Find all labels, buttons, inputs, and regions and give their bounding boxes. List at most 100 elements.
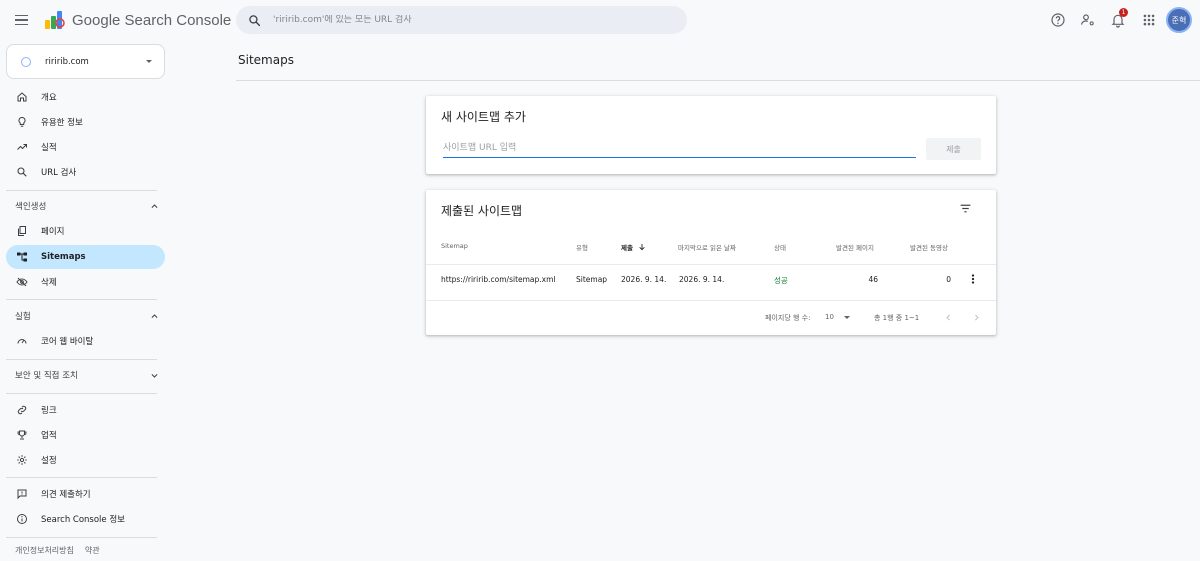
column-header-pages[interactable]: 발견된 페이지 [836, 242, 874, 252]
sidebar-item-label: 링크 [41, 406, 57, 416]
submitted-sitemaps-card: 제출된 사이트맵 Sitemap 유형 제출 마지막으로 읽은 날짜 상태 발견… [426, 190, 996, 335]
sidebar-divider [6, 537, 157, 538]
sidebar-item-performance[interactable]: 실적 [6, 135, 165, 159]
dropdown-caret-icon [146, 60, 152, 63]
rows-per-page-label: 페이지당 행 수: [765, 314, 811, 322]
help-button[interactable] [1048, 10, 1068, 30]
chevron-left-icon [945, 314, 950, 320]
column-header-label: 제출 [621, 244, 633, 252]
sidebar-item-about[interactable]: Search Console 정보 [6, 507, 165, 531]
sidebar-item-removals[interactable]: 삭제 [6, 270, 165, 294]
section-label: 색인생성 [15, 202, 47, 212]
main-menu-button[interactable] [12, 10, 32, 30]
chevron-up-icon [151, 314, 158, 318]
sidebar-item-label: 의견 제출하기 [41, 490, 91, 500]
search-icon [16, 166, 28, 178]
cell-submitted: 2026. 9. 14. [621, 275, 667, 284]
sidebar-section-security[interactable]: 보안 및 직접 조치 [15, 365, 165, 385]
cell-sitemap-url: https://riririb.com/sitemap.xml [441, 275, 556, 284]
submit-sitemap-button[interactable]: 제출 [926, 138, 981, 160]
product-logo[interactable]: Google Search Console [44, 10, 231, 30]
terms-link[interactable]: 약관 [85, 545, 100, 556]
apps-grid-icon [1143, 14, 1155, 26]
sidebar-item-label: 업적 [41, 431, 57, 441]
add-sitemap-title: 새 사이트맵 추가 [441, 110, 526, 124]
manage-users-button[interactable] [1078, 10, 1098, 30]
chevron-down-icon [151, 374, 158, 378]
table-divider [426, 264, 996, 265]
sidebar-item-sitemaps[interactable]: Sitemaps [6, 245, 165, 269]
sidebar-item-url-inspection[interactable]: URL 검사 [6, 160, 165, 184]
sidebar-item-label: 페이지 [41, 227, 65, 237]
more-vert-icon[interactable] [967, 273, 979, 285]
sidebar-item-label: 삭제 [41, 278, 57, 288]
trending-up-icon [16, 141, 28, 153]
link-icon [16, 404, 28, 416]
help-icon [1051, 13, 1065, 27]
sidebar-divider [6, 477, 157, 478]
column-header-videos[interactable]: 발견된 동영상 [910, 242, 948, 252]
cell-type: Sitemap [576, 275, 608, 284]
sidebar-item-core-web-vitals[interactable]: 코어 웹 바이탈 [6, 329, 165, 353]
next-page-button[interactable] [970, 311, 982, 323]
chevron-up-icon [151, 204, 158, 208]
page-title: Sitemaps [238, 53, 294, 67]
sitemap-url-input[interactable] [443, 139, 916, 158]
account-avatar[interactable]: 준혁 [1166, 7, 1192, 33]
sidebar-item-label: Search Console 정보 [41, 515, 125, 525]
notification-badge: 1 [1119, 8, 1128, 17]
sidebar-item-label: 코어 웹 바이탈 [41, 337, 94, 347]
sidebar-item-feedback[interactable]: 의견 제출하기 [6, 482, 165, 506]
table-divider [426, 300, 996, 301]
rows-per-page-select[interactable]: 10 [825, 313, 850, 321]
gear-icon [16, 454, 28, 466]
column-header-status[interactable]: 상태 [774, 242, 786, 252]
url-inspection-input[interactable] [273, 15, 653, 25]
section-label: 실험 [15, 312, 31, 322]
previous-page-button[interactable] [942, 311, 954, 323]
sidebar-item-pages[interactable]: 페이지 [6, 219, 165, 243]
privacy-link[interactable]: 개인정보처리방침 [15, 545, 74, 556]
sidebar-item-label: URL 검사 [41, 168, 77, 178]
sidebar-item-label: 설정 [41, 456, 57, 466]
trophy-icon [16, 429, 28, 441]
rows-per-page-value: 10 [825, 313, 834, 321]
section-label: 보안 및 직접 조치 [15, 371, 78, 381]
manage-accounts-icon [1081, 14, 1094, 26]
sidebar-item-label: 유용한 정보 [41, 118, 83, 128]
property-name: riririb.com [45, 56, 89, 67]
column-header-submitted[interactable]: 제출 [621, 242, 646, 252]
submitted-sitemaps-title: 제출된 사이트맵 [441, 204, 523, 218]
sidebar-item-achievements[interactable]: 업적 [6, 423, 165, 447]
cell-status: 성공 [774, 276, 788, 285]
sidebar-item-settings[interactable]: 설정 [6, 448, 165, 472]
sidebar-item-label: 개요 [41, 93, 57, 103]
search-console-logo-icon [45, 11, 65, 29]
column-header-type[interactable]: 유형 [576, 242, 588, 252]
sidebar-item-overview[interactable]: 개요 [6, 85, 165, 109]
column-header-sitemap[interactable]: Sitemap [441, 242, 468, 250]
speed-icon [16, 335, 28, 347]
pages-icon [16, 225, 28, 237]
lightbulb-icon [16, 116, 28, 128]
sidebar-divider [6, 190, 157, 191]
visibility-off-icon [16, 276, 28, 288]
column-header-last-read[interactable]: 마지막으로 읽은 날짜 [678, 242, 736, 252]
sidebar-item-insights[interactable]: 유용한 정보 [6, 110, 165, 134]
globe-icon [21, 56, 31, 67]
sidebar-section-experience[interactable]: 실험 [15, 306, 165, 326]
sidebar-divider [6, 299, 157, 300]
property-selector[interactable]: riririb.com [6, 44, 165, 79]
sidebar-item-links[interactable]: 링크 [6, 398, 165, 422]
feedback-icon [16, 488, 28, 500]
sidebar-section-indexing[interactable]: 색인생성 [15, 196, 165, 216]
apps-button[interactable] [1139, 10, 1159, 30]
url-inspection-search[interactable] [236, 6, 687, 34]
sidebar-item-label: 실적 [41, 143, 57, 153]
notifications-button[interactable]: 1 [1108, 8, 1128, 30]
cell-videos: 0 [946, 275, 951, 284]
filter-list-icon[interactable] [959, 202, 972, 215]
sidebar-footer: 개인정보처리방침 약관 [15, 545, 100, 556]
cell-last-read: 2026. 9. 14. [679, 275, 725, 284]
top-app-bar: Google Search Console 1 준혁 [0, 0, 1200, 40]
